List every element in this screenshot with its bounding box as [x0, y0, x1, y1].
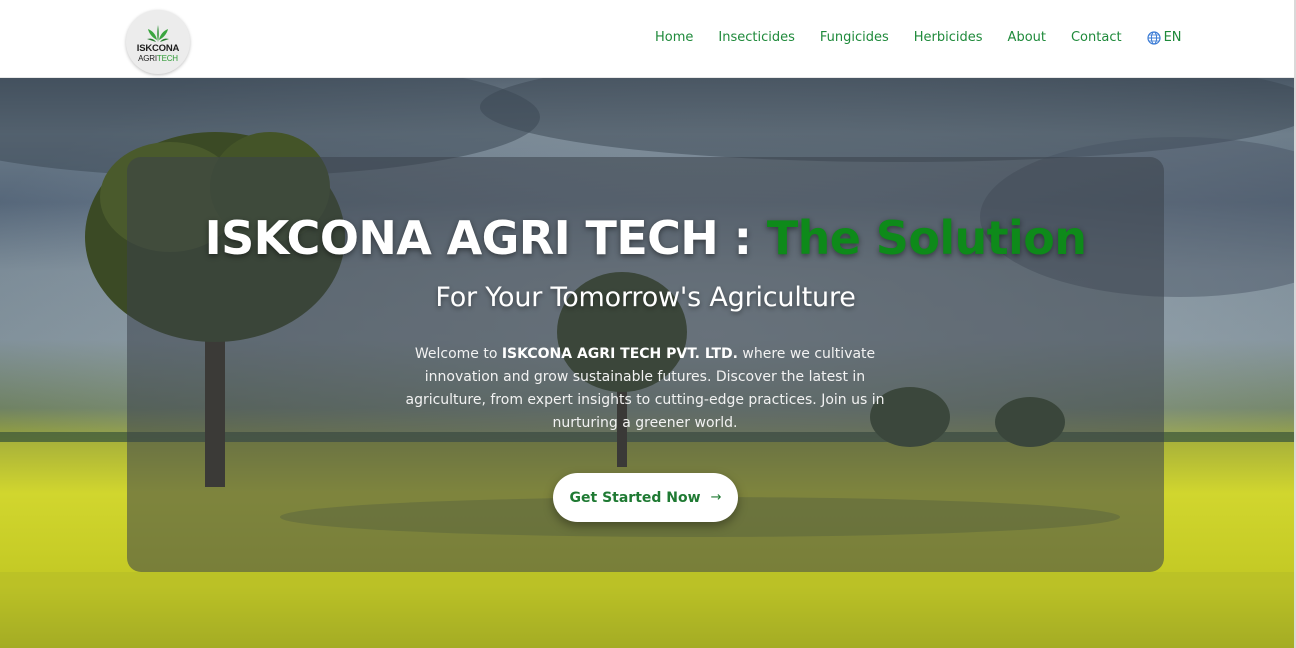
logo-wordmark-top: ISKCONA — [136, 43, 180, 54]
hero-desc-prefix: Welcome to — [414, 346, 502, 362]
nav-herbicides[interactable]: Herbicides — [914, 30, 983, 46]
site-header: ISKCONA AGRITECH Home Insecticides Fungi… — [0, 0, 1296, 78]
get-started-button[interactable]: Get Started Now → — [553, 473, 738, 522]
brand-logo[interactable]: ISKCONA AGRITECH — [126, 10, 190, 74]
arrow-right-icon: → — [710, 490, 722, 505]
nav-home[interactable]: Home — [655, 30, 693, 46]
hero-title-main: ISKCONA AGRI TECH : — [204, 211, 767, 265]
nav-insecticides[interactable]: Insecticides — [718, 30, 794, 46]
main-nav: Home Insecticides Fungicides Herbicides … — [655, 30, 1182, 46]
logo-wordmark-bottom: AGRITECH — [138, 54, 178, 63]
hero-description: Welcome to ISKCONA AGRI TECH PVT. LTD. w… — [400, 343, 890, 435]
logo-word-tech: TECH — [156, 54, 178, 63]
logo-word-agri: AGRI — [138, 54, 157, 63]
hero-subtitle: For Your Tomorrow's Agriculture — [435, 282, 856, 313]
get-started-label: Get Started Now — [569, 489, 701, 506]
language-selector[interactable]: EN — [1146, 30, 1182, 46]
hero-title: ISKCONA AGRI TECH : The Solution — [127, 208, 1164, 268]
nav-contact[interactable]: Contact — [1071, 30, 1122, 46]
hero-title-accent: The Solution — [766, 211, 1087, 265]
nav-about[interactable]: About — [1008, 30, 1046, 46]
nav-fungicides[interactable]: Fungicides — [820, 30, 889, 46]
leaf-icon — [147, 25, 169, 42]
hero-desc-company: ISKCONA AGRI TECH PVT. LTD. — [501, 346, 738, 362]
language-label: EN — [1163, 30, 1182, 45]
globe-icon — [1146, 31, 1161, 45]
